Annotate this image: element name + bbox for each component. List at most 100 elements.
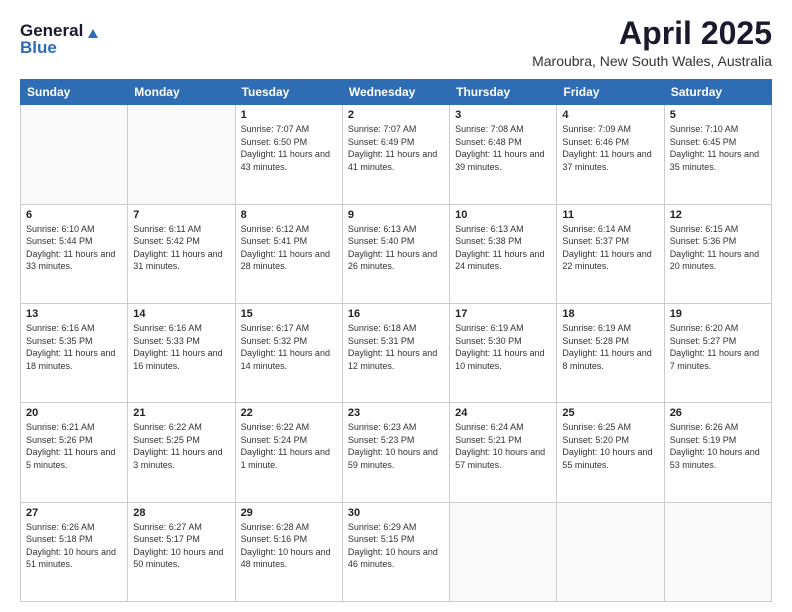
day-number: 11 xyxy=(562,209,658,221)
col-monday: Monday xyxy=(128,80,235,105)
table-row: 1Sunrise: 7:07 AM Sunset: 6:50 PM Daylig… xyxy=(235,105,342,204)
day-number: 19 xyxy=(670,308,766,320)
day-info: Sunrise: 6:17 AM Sunset: 5:32 PM Dayligh… xyxy=(241,322,337,372)
day-info: Sunrise: 6:21 AM Sunset: 5:26 PM Dayligh… xyxy=(26,421,122,471)
day-number: 13 xyxy=(26,308,122,320)
day-number: 16 xyxy=(348,308,444,320)
table-row: 15Sunrise: 6:17 AM Sunset: 5:32 PM Dayli… xyxy=(235,303,342,402)
day-info: Sunrise: 7:08 AM Sunset: 6:48 PM Dayligh… xyxy=(455,123,551,173)
table-row: 28Sunrise: 6:27 AM Sunset: 5:17 PM Dayli… xyxy=(128,502,235,601)
table-row: 4 Sunrise: 7:09 AM Sunset: 6:46 PM Daylig… xyxy=(557,105,664,204)
table-row: 24 Sunrise: 6:24 AM Sunset: 5:21 PM Dayli… xyxy=(450,403,557,502)
table-row: 12 Sunrise: 6:15 AM Sunset: 5:36 PM Dayli… xyxy=(664,204,771,303)
table-row: 7 Sunrise: 6:11 AM Sunset: 5:42 PM Daylig… xyxy=(128,204,235,303)
week-row-5: 27 Sunrise: 6:26 AM Sunset: 5:18 PM Dayli… xyxy=(21,502,772,601)
day-number: 1 xyxy=(241,109,337,121)
table-row: 19 Sunrise: 6:20 AM Sunset: 5:27 PM Dayli… xyxy=(664,303,771,402)
day-number: 26 xyxy=(670,407,766,419)
day-number: 29 xyxy=(241,507,337,519)
table-row xyxy=(557,502,664,601)
day-info: Sunrise: 6:15 AM Sunset: 5:36 PM Dayligh… xyxy=(670,223,766,273)
table-row: 30 Sunrise: 6:29 AM Sunset: 5:15 PM Dayli… xyxy=(342,502,449,601)
day-info: Sunrise: 6:28 AM Sunset: 5:16 PM Dayligh… xyxy=(241,521,337,571)
col-saturday: Saturday xyxy=(664,80,771,105)
day-number: 17 xyxy=(455,308,551,320)
week-row-2: 6Sunrise: 6:10 AM Sunset: 5:44 PM Daylig… xyxy=(21,204,772,303)
table-row: 25 Sunrise: 6:25 AM Sunset: 5:20 PM Dayli… xyxy=(557,403,664,502)
day-number: 20 xyxy=(26,407,122,419)
col-thursday: Thursday xyxy=(450,80,557,105)
day-number: 30 xyxy=(348,507,444,519)
day-number: 10 xyxy=(455,209,551,221)
table-row: 26Sunrise: 6:26 AM Sunset: 5:19 PM Dayli… xyxy=(664,403,771,502)
table-row: 17 Sunrise: 6:19 AM Sunset: 5:30 PM Dayli… xyxy=(450,303,557,402)
day-info: Sunrise: 6:10 AM Sunset: 5:44 PM Dayligh… xyxy=(26,223,122,273)
page: General Blue April 2025 Maroubra, New So… xyxy=(0,0,792,612)
day-info: Sunrise: 6:24 AM Sunset: 5:21 PM Dayligh… xyxy=(455,421,551,471)
table-row: 5 Sunrise: 7:10 AM Sunset: 6:45 PM Daylig… xyxy=(664,105,771,204)
table-row: 27 Sunrise: 6:26 AM Sunset: 5:18 PM Dayli… xyxy=(21,502,128,601)
day-info: Sunrise: 6:19 AM Sunset: 5:30 PM Dayligh… xyxy=(455,322,551,372)
table-row xyxy=(664,502,771,601)
day-info: Sunrise: 6:13 AM Sunset: 5:40 PM Dayligh… xyxy=(348,223,444,273)
table-row: 22 Sunrise: 6:22 AM Sunset: 5:24 PM Dayli… xyxy=(235,403,342,502)
logo: General Blue xyxy=(20,16,110,56)
table-row: 13 Sunrise: 6:16 AM Sunset: 5:35 PM Dayli… xyxy=(21,303,128,402)
svg-text:Blue: Blue xyxy=(20,38,57,56)
table-row: 21 Sunrise: 6:22 AM Sunset: 5:25 PM Dayli… xyxy=(128,403,235,502)
table-row: 3 Sunrise: 7:08 AM Sunset: 6:48 PM Daylig… xyxy=(450,105,557,204)
day-number: 27 xyxy=(26,507,122,519)
day-info: Sunrise: 6:16 AM Sunset: 5:35 PM Dayligh… xyxy=(26,322,122,372)
day-number: 25 xyxy=(562,407,658,419)
table-row: 6Sunrise: 6:10 AM Sunset: 5:44 PM Daylig… xyxy=(21,204,128,303)
weekday-header-row: Sunday Monday Tuesday Wednesday Thursday… xyxy=(21,80,772,105)
day-number: 14 xyxy=(133,308,229,320)
day-number: 3 xyxy=(455,109,551,121)
day-info: Sunrise: 6:20 AM Sunset: 5:27 PM Dayligh… xyxy=(670,322,766,372)
header: General Blue April 2025 Maroubra, New So… xyxy=(20,16,772,69)
day-info: Sunrise: 6:14 AM Sunset: 5:37 PM Dayligh… xyxy=(562,223,658,273)
table-row: 14 Sunrise: 6:16 AM Sunset: 5:33 PM Dayli… xyxy=(128,303,235,402)
day-number: 4 xyxy=(562,109,658,121)
table-row xyxy=(21,105,128,204)
table-row xyxy=(450,502,557,601)
day-number: 24 xyxy=(455,407,551,419)
table-row xyxy=(128,105,235,204)
day-info: Sunrise: 7:09 AM Sunset: 6:46 PM Dayligh… xyxy=(562,123,658,173)
location-title: Maroubra, New South Wales, Australia xyxy=(532,53,772,69)
table-row: 29 Sunrise: 6:28 AM Sunset: 5:16 PM Dayli… xyxy=(235,502,342,601)
day-number: 12 xyxy=(670,209,766,221)
day-info: Sunrise: 6:22 AM Sunset: 5:25 PM Dayligh… xyxy=(133,421,229,471)
title-block: April 2025 Maroubra, New South Wales, Au… xyxy=(532,16,772,69)
day-info: Sunrise: 6:22 AM Sunset: 5:24 PM Dayligh… xyxy=(241,421,337,471)
day-info: Sunrise: 7:10 AM Sunset: 6:45 PM Dayligh… xyxy=(670,123,766,173)
col-tuesday: Tuesday xyxy=(235,80,342,105)
day-info: Sunrise: 6:12 AM Sunset: 5:41 PM Dayligh… xyxy=(241,223,337,273)
day-info: Sunrise: 6:16 AM Sunset: 5:33 PM Dayligh… xyxy=(133,322,229,372)
day-number: 22 xyxy=(241,407,337,419)
table-row: 8 Sunrise: 6:12 AM Sunset: 5:41 PM Daylig… xyxy=(235,204,342,303)
day-info: Sunrise: 6:13 AM Sunset: 5:38 PM Dayligh… xyxy=(455,223,551,273)
day-number: 5 xyxy=(670,109,766,121)
month-title: April 2025 xyxy=(532,16,772,51)
day-info: Sunrise: 6:19 AM Sunset: 5:28 PM Dayligh… xyxy=(562,322,658,372)
day-number: 28 xyxy=(133,507,229,519)
day-info: Sunrise: 6:11 AM Sunset: 5:42 PM Dayligh… xyxy=(133,223,229,273)
day-number: 8 xyxy=(241,209,337,221)
day-info: Sunrise: 6:25 AM Sunset: 5:20 PM Dayligh… xyxy=(562,421,658,471)
col-wednesday: Wednesday xyxy=(342,80,449,105)
week-row-4: 20 Sunrise: 6:21 AM Sunset: 5:26 PM Dayli… xyxy=(21,403,772,502)
day-number: 23 xyxy=(348,407,444,419)
day-number: 21 xyxy=(133,407,229,419)
table-row: 10 Sunrise: 6:13 AM Sunset: 5:38 PM Dayli… xyxy=(450,204,557,303)
day-info: Sunrise: 6:29 AM Sunset: 5:15 PM Dayligh… xyxy=(348,521,444,571)
day-number: 7 xyxy=(133,209,229,221)
table-row: 20 Sunrise: 6:21 AM Sunset: 5:26 PM Dayli… xyxy=(21,403,128,502)
col-sunday: Sunday xyxy=(21,80,128,105)
day-info: Sunrise: 7:07 AM Sunset: 6:49 PM Dayligh… xyxy=(348,123,444,173)
table-row: 9Sunrise: 6:13 AM Sunset: 5:40 PM Daylig… xyxy=(342,204,449,303)
col-friday: Friday xyxy=(557,80,664,105)
day-info: Sunrise: 6:18 AM Sunset: 5:31 PM Dayligh… xyxy=(348,322,444,372)
day-info: Sunrise: 6:26 AM Sunset: 5:18 PM Dayligh… xyxy=(26,521,122,571)
day-number: 18 xyxy=(562,308,658,320)
